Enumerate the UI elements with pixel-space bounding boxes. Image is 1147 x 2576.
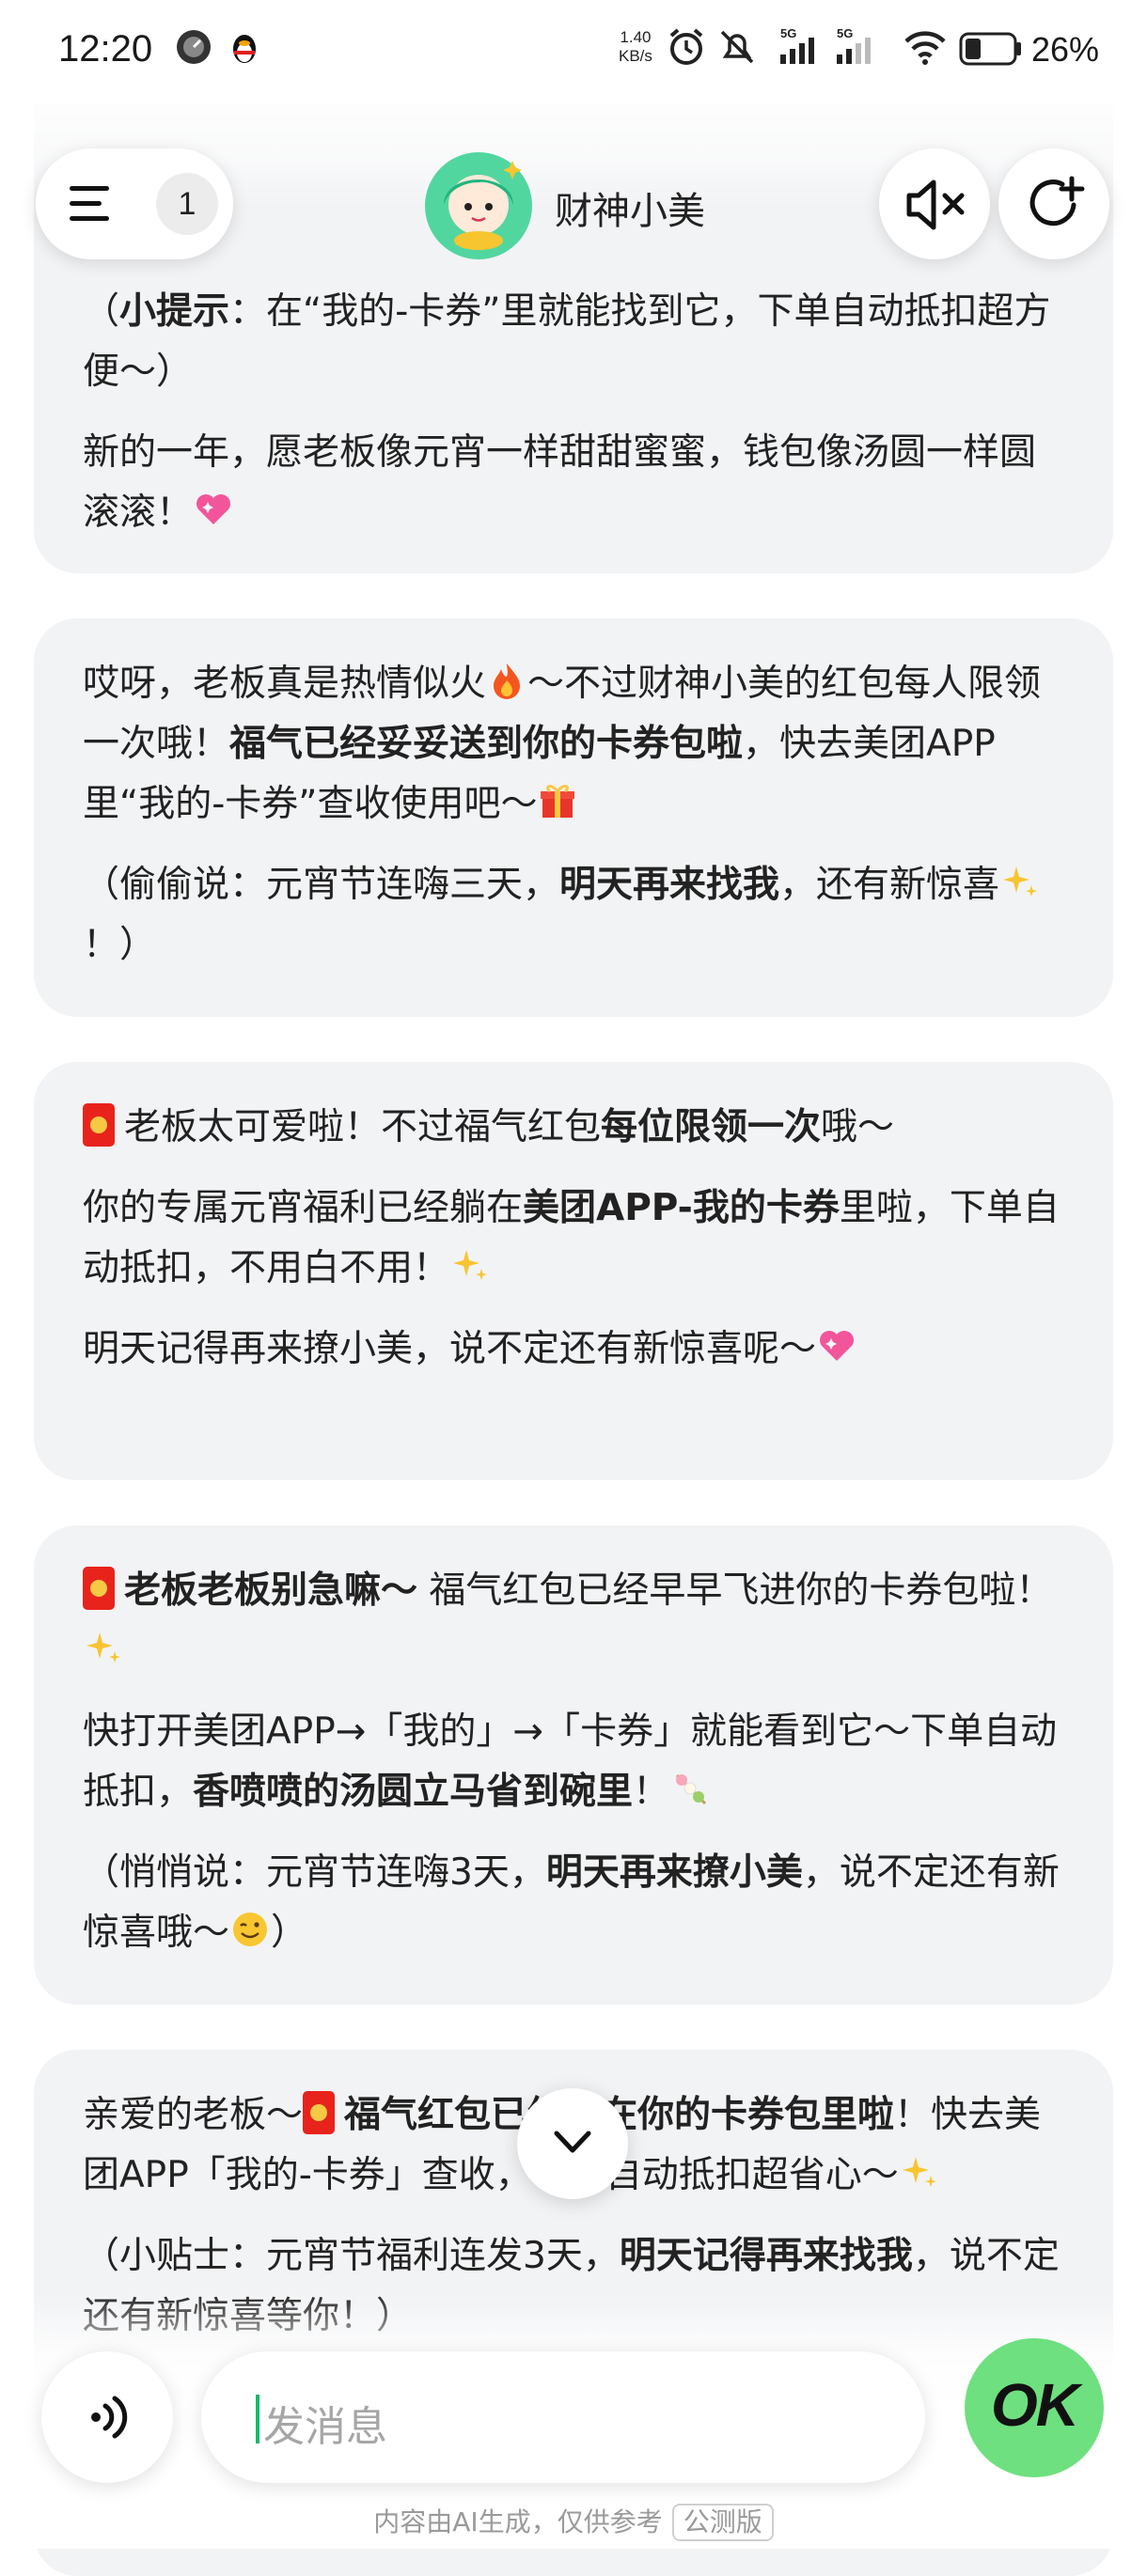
message-text-span: 你的专属元宵福利已经躺在 (83, 1187, 524, 1229)
fire-icon (494, 664, 521, 699)
message-text: （小提示：在“我的-卡券”里就能找到它，下单自动抵扣超方便～） (83, 282, 1064, 402)
alarm-clock-icon (669, 28, 703, 65)
red-envelope-icon (83, 1567, 115, 1610)
winking-face-icon (233, 1912, 268, 1946)
message-text-span: 哎呀，老板真是热情似火 (83, 663, 487, 705)
wifi-icon (904, 31, 946, 65)
mute-bell-icon (720, 30, 754, 64)
dango-icon (675, 1773, 707, 1805)
sparkles-icon (86, 1632, 120, 1663)
menu-icon (70, 186, 109, 221)
message-bold: 明天再来找我 (559, 864, 780, 906)
network-speed: 1.40 KB/s (619, 28, 652, 66)
sparkles-icon (453, 1250, 488, 1280)
red-envelope-icon (83, 1103, 115, 1147)
red-envelope-icon (303, 2091, 336, 2134)
message-text-span: ！ (633, 1771, 670, 1813)
bot-avatar[interactable] (423, 150, 534, 261)
message-bold: 福气已经妥妥送到你的卡券包啦 (229, 723, 744, 765)
sparkles-icon (1003, 866, 1038, 897)
message-bubble: 老板太可爱啦！不过福气红包每位限领一次哦～ 你的专属元宵福利已经躺在美团APP-… (34, 1062, 1113, 1480)
beta-badge: 公测版 (671, 2504, 774, 2541)
net-speed-unit: KB/s (619, 47, 652, 65)
disclaimer-text: 内容由AI生成，仅供参考 (373, 2506, 663, 2537)
net-speed-value: 1.40 (620, 28, 652, 46)
message-text: 老板太可爱啦！不过福气红包每位限领一次哦～ (83, 1098, 1064, 1158)
chat-header: 1 财神小美 (0, 103, 1147, 273)
message-bold: 老板老板别急嘛～ (124, 1569, 418, 1612)
message-bold: 美团APP-我的卡券 (523, 1187, 840, 1229)
message-text-span: （悄悄说：元宵节连嗨3天， (83, 1851, 546, 1894)
message-bold: 小提示 (119, 290, 230, 333)
message-bold: 明天记得再来找我 (619, 2235, 913, 2277)
message-text: 明天记得再来撩小美，说不定还有新惊喜呢～ (83, 1319, 1064, 1380)
signal-5g-icon-1: 5G (780, 26, 814, 64)
scroll-to-bottom-button[interactable] (517, 2088, 628, 2199)
message-text-span: 老板太可爱啦！不过福气红包 (124, 1106, 602, 1148)
gift-icon (541, 785, 575, 818)
message-text-span: 哦～ (821, 1106, 895, 1148)
qq-penguin-icon (233, 35, 256, 63)
message-text-span: 亲爱的老板～ (83, 2094, 304, 2136)
speaker-muted-icon (906, 180, 965, 230)
message-bubble: 哎呀，老板真是热情似火 ～不过财神小美的红包每人限领一次哦！福气已经妥妥送到你的卡… (34, 618, 1113, 1017)
svg-text:5G: 5G (780, 26, 796, 40)
ai-disclaimer: 内容由AI生成，仅供参考 公测版 (0, 2502, 1147, 2541)
sparkles-icon (902, 2157, 936, 2187)
message-text: 快打开美团APP→「我的」→「卡券」就能看到它～下单自动抵扣，香喷喷的汤圆立马省… (83, 1702, 1064, 1822)
status-bar: 12:20 1.40 KB/s 5G 5G 26% (0, 0, 1147, 103)
conversation-count-badge: 1 (156, 173, 218, 235)
ok-quick-reply-button[interactable]: OK (965, 2338, 1104, 2477)
message-text-span: ，还有新惊喜 (779, 864, 1000, 906)
message-bubble: 老板老板别急嘛～ 福气红包已经早早飞进你的卡券包啦！ 快打开美团APP→「我的」… (34, 1525, 1113, 2005)
voice-input-button[interactable] (41, 2351, 173, 2483)
message-bold: 每位限领一次 (601, 1106, 822, 1148)
menu-button[interactable]: 1 (36, 148, 233, 259)
signal-5g-icon-2: 5G (837, 26, 871, 64)
chevron-down-icon (554, 2131, 591, 2153)
message-text: 哎呀，老板真是热情似火 ～不过财神小美的红包每人限领一次哦！福气已经妥妥送到你的卡… (83, 654, 1064, 835)
ok-label: OK (991, 2371, 1079, 2439)
mute-button[interactable] (879, 148, 990, 259)
message-input-placeholder: 发消息 (263, 2403, 387, 2451)
voice-wave-icon (91, 2396, 128, 2439)
message-text: 老板老板别急嘛～ 福气红包已经早早飞进你的卡券包啦！ (83, 1561, 1064, 1681)
message-text-span: （小贴士：元宵节福利连发3天， (83, 2235, 620, 2277)
text-caret (256, 2395, 259, 2443)
app-notification-icon (177, 30, 211, 64)
message-bold: 香喷喷的汤圆立马省到碗里 (193, 1771, 634, 1813)
message-text: （悄悄说：元宵节连嗨3天，明天再来撩小美，说不定还有新惊喜哦～） (83, 1843, 1064, 1963)
tip-open: （ (83, 290, 120, 333)
message-text: 你的专属元宵福利已经躺在美团APP-我的卡券里啦，下单自动抵扣，不用白不用！ (83, 1179, 1064, 1299)
sparkling-heart-icon (196, 494, 231, 524)
message-text: （偷偷说：元宵节连嗨三天，明天再来找我，还有新惊喜 ！） (83, 855, 1064, 976)
message-text: 新的一年，愿老板像元宵一样甜甜蜜蜜，钱包像汤圆一样圆滚滚！ (83, 423, 1064, 543)
sparkling-heart-icon (820, 1331, 855, 1361)
status-time: 12:20 (58, 28, 153, 70)
message-bold: 明天再来撩小美 (545, 1851, 803, 1894)
message-text-span: 福气红包已经早早飞进你的卡券包啦！ (417, 1569, 1053, 1612)
message-text-span: 明天记得再来撩小美，说不定还有新惊喜呢～ (83, 1328, 817, 1370)
message-input[interactable]: 发消息 (201, 2351, 925, 2483)
bot-name: 财神小美 (555, 190, 705, 233)
battery-percent: 26% (1031, 30, 1100, 69)
new-chat-icon (1029, 176, 1085, 226)
svg-text:5G: 5G (837, 26, 853, 40)
message-text-span: ！） (83, 924, 157, 966)
battery-icon (959, 32, 1021, 66)
new-chat-button[interactable] (998, 148, 1109, 259)
message-text-span: （偷偷说：元宵节连嗨三天， (83, 864, 560, 906)
message-text-span: ） (271, 1912, 308, 1954)
